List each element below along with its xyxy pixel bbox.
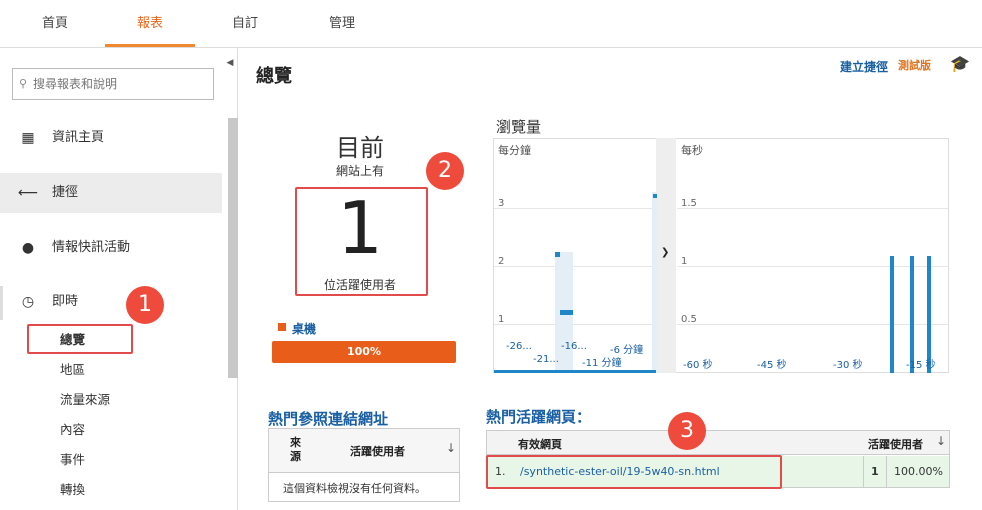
sidebar-item-realtime[interactable]: ◷ 即時 — [0, 282, 222, 322]
sort-down-icon[interactable]: ↓ — [446, 441, 456, 455]
annotation-badge-3: 3 — [668, 412, 706, 450]
x-tick-label: -30 秒 — [833, 360, 863, 371]
x-tick-label: -26... — [506, 341, 532, 352]
sidebar-item-label: 情報快訊活動 — [52, 240, 131, 255]
onsite-label: 網站上有 — [335, 164, 384, 178]
search-input[interactable] — [33, 75, 208, 93]
sidebar-item-dashboards[interactable]: ▦ 資訊主頁 — [0, 118, 222, 158]
x-tick-label: -15 秒 — [906, 360, 936, 371]
bar-marker — [560, 310, 573, 315]
sidebar-subitem-traffic-sources[interactable]: 流量來源 — [60, 390, 110, 410]
y-tick-label: 1 — [681, 256, 688, 267]
y-tick-label: 1.5 — [681, 198, 697, 209]
create-shortcut-link[interactable]: 建立捷徑 — [840, 58, 888, 75]
row-percent: 100.00% — [894, 465, 943, 478]
y-tick-label: 1 — [498, 314, 505, 325]
sidebar-item-label: 資訊主頁 — [52, 130, 105, 145]
sidebar-scrollbar[interactable] — [228, 118, 238, 378]
per-minute-label: 每分鐘 — [498, 144, 531, 157]
sort-down-icon[interactable]: ↓ — [936, 434, 946, 448]
annotation-badge-2: 2 — [426, 152, 464, 190]
x-tick-label: -21... — [533, 354, 559, 365]
bar-marker — [555, 252, 560, 257]
sidebar-item-intelligence-events[interactable]: ● 情報快訊活動 — [0, 228, 222, 268]
x-tick-label: -16... — [561, 341, 587, 352]
tab-admin[interactable]: 管理 — [305, 0, 379, 48]
gridline — [677, 208, 948, 209]
grid-icon: ▦ — [21, 130, 35, 146]
tab-reports[interactable]: 報表 — [105, 0, 195, 48]
sidebar-subitem-events[interactable]: 事件 — [60, 450, 85, 470]
sidebar-subitem-content[interactable]: 內容 — [60, 420, 85, 440]
desktop-share-bar: 100% — [272, 341, 456, 363]
x-tick-label: -6 分鐘 — [610, 345, 644, 356]
gridline — [677, 266, 948, 267]
top-referrals-title: 熱門參照連結網址 — [268, 410, 389, 428]
sidebar-item-label: 即時 — [52, 294, 79, 309]
annotation-badge-1: 1 — [126, 286, 164, 324]
y-tick-label: 3 — [498, 198, 505, 209]
desktop-legend-label: 桌機 — [292, 322, 317, 336]
highlighted-column — [652, 192, 657, 372]
minute-axis-line — [494, 370, 656, 373]
desktop-legend-swatch — [278, 323, 286, 331]
page-title: 總覽 — [256, 66, 292, 87]
highlight-box-active-users — [295, 187, 428, 296]
per-second-label: 每秒 — [681, 144, 703, 157]
pageviews-title: 瀏覽量 — [496, 118, 542, 136]
clock-icon: ◷ — [21, 294, 35, 310]
graduation-cap-icon[interactable]: 🎓 — [950, 54, 970, 73]
sidebar-item-label: 捷徑 — [52, 185, 79, 200]
y-tick-label: 2 — [498, 256, 505, 267]
bar-marker — [653, 194, 657, 198]
gridline — [494, 266, 656, 267]
x-tick-label: -45 秒 — [757, 360, 787, 371]
tab-customization[interactable]: 自訂 — [210, 0, 280, 48]
search-icon: ⚲ — [19, 77, 28, 90]
active-section-marker — [0, 286, 3, 320]
highlight-box-overview — [27, 324, 133, 354]
gridline — [494, 324, 656, 325]
top-active-pages-title: 熱門活躍網頁： — [486, 408, 592, 426]
shortcut-arrow-icon: ⟵ — [18, 185, 39, 201]
column-divider — [886, 456, 887, 487]
highlight-box-active-page — [486, 455, 782, 489]
row-active-users: 1 — [871, 465, 879, 478]
top-navigation: 首頁 報表 自訂 管理 — [0, 0, 982, 48]
gridline — [677, 324, 948, 325]
sidebar-item-shortcuts[interactable]: ⟵ 捷徑 — [0, 173, 222, 213]
now-label: 目前 — [336, 134, 384, 162]
active-tab-underline — [105, 44, 195, 47]
column-divider — [863, 456, 864, 487]
col-active-page[interactable]: 有效網頁 — [518, 436, 562, 452]
x-tick-label: -11 分鐘 — [582, 358, 622, 369]
col-source[interactable]: 來源 — [290, 436, 304, 464]
y-tick-label: 0.5 — [681, 314, 697, 325]
search-box[interactable]: ⚲ — [12, 68, 214, 100]
per-second-bar — [890, 256, 894, 373]
x-tick-label: -60 秒 — [683, 360, 713, 371]
sidebar-subitem-conversions[interactable]: 轉換 — [60, 480, 85, 500]
gridline — [494, 208, 656, 209]
collapse-sidebar-icon[interactable]: ◀ — [222, 52, 238, 74]
col-active-users[interactable]: 活躍使用者 — [868, 436, 923, 452]
tab-home[interactable]: 首頁 — [20, 0, 90, 48]
sidebar-subitem-locations[interactable]: 地區 — [60, 360, 85, 380]
col-active-users[interactable]: 活躍使用者 — [350, 443, 405, 459]
lightbulb-icon: ● — [21, 240, 35, 256]
beta-label: 測試版 — [898, 59, 931, 72]
empty-message: 這個資料檢視沒有任何資料。 — [283, 482, 426, 495]
chevron-right-icon[interactable]: ❯ — [661, 247, 669, 258]
